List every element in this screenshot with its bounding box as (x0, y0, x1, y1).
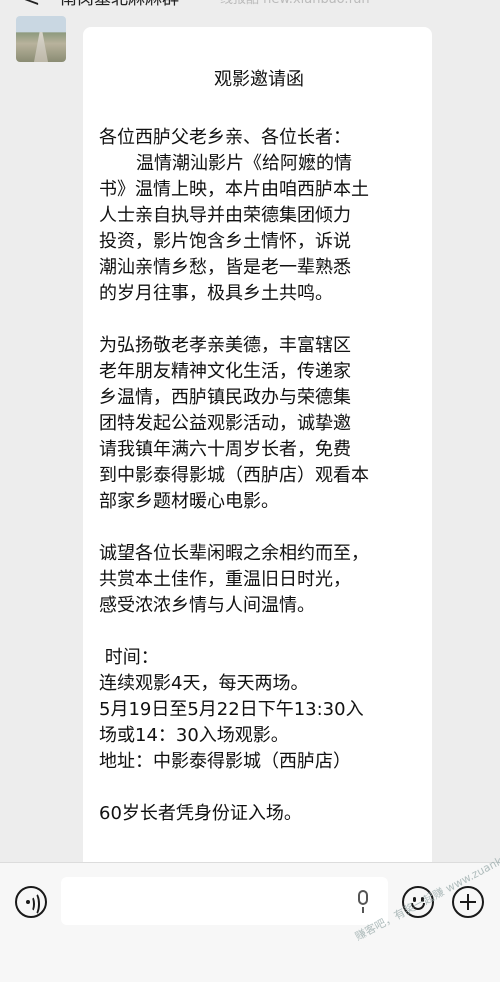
message-text: 观影邀请函 各位西胪父老乡亲、各位长者： 温情潮汕影片《给阿嬷的情 书》温情上映… (99, 27, 419, 827)
message-line: 部家乡题材暖心电影。 (99, 491, 279, 512)
back-arrow-icon[interactable]: < (22, 0, 40, 10)
paragraph-invitation: 诚望各位长辈闲暇之余相约而至， 共赏本土佳作，重温旧日时光， 感受浓浓乡情与人间… (99, 541, 419, 619)
message-line: 地址：中影泰得影城（西胪店） (99, 751, 351, 772)
message-line: 书》温情上映，本片由咱西胪本土 (99, 179, 369, 200)
input-bar (0, 862, 500, 982)
message-input[interactable] (61, 877, 388, 925)
paragraph-activity: 为弘扬敬老孝亲美德，丰富辖区 老年朋友精神文化生活，传递家 乡温情，西胪镇民政办… (99, 333, 419, 515)
entry-note: 60岁长者凭身份证入场。 (99, 803, 302, 824)
chat-header: < 南岗塞北麻麻群 线报酷 new.xianbao.fun (0, 0, 500, 10)
message-line: 连续观影4天，每天两场。 (99, 673, 309, 694)
message-line: 老年朋友精神文化生活，传递家 (99, 361, 351, 382)
paragraph-intro: 各位西胪父老乡亲、各位长者： 温情潮汕影片《给阿嬷的情 书》温情上映，本片由咱西… (99, 125, 419, 307)
message-line: 的岁月往事，极具乡土共鸣。 (99, 283, 333, 304)
message-line: 投资，影片饱含乡土情怀，诉说 (99, 231, 351, 252)
message-line: 团特发起公益观影活动，诚挚邀 (99, 413, 351, 434)
message-line: 诚望各位长辈闲暇之余相约而至， (99, 543, 369, 564)
message-line: 乡温情，西胪镇民政办与荣德集 (99, 387, 351, 408)
message-line: 共赏本土佳作，重温旧日时光， (99, 569, 351, 590)
message-line: 为弘扬敬老孝亲美德，丰富辖区 (99, 335, 351, 356)
invitation-heading: 观影邀请函 (214, 69, 304, 90)
microphone-icon[interactable] (358, 890, 368, 905)
message-line: 请我镇年满六十周岁长者，免费 (99, 439, 351, 460)
message-line: 到中影泰得影城（西胪店）观看本 (99, 465, 369, 486)
message-line: 人士亲自执导并由荣德集团倾力 (99, 205, 351, 226)
message-line: 温情潮汕影片《给阿嬷的情 (136, 153, 352, 174)
message-line: 时间： (99, 647, 159, 668)
voice-toggle-icon[interactable] (15, 886, 47, 918)
message-line: 感受浓浓乡情与人间温情。 (99, 595, 315, 616)
message-bubble[interactable]: 观影邀请函 各位西胪父老乡亲、各位长者： 温情潮汕影片《给阿嬷的情 书》温情上映… (83, 27, 432, 887)
paragraph-schedule: 时间： 连续观影4天，每天两场。 5月19日至5月22日下午13:30入 场或1… (99, 645, 419, 775)
message-line: 各位西胪父老乡亲、各位长者： (99, 127, 351, 148)
message-line: 5月19日至5月22日下午13:30入 (99, 699, 364, 720)
microphone-stand (362, 907, 364, 913)
message-line: 场或14：30入场观影。 (99, 725, 289, 746)
watermark-top: 线报酷 new.xianbao.fun (220, 0, 370, 8)
sender-avatar[interactable] (16, 16, 66, 62)
chat-title: 南岗塞北麻麻群 (60, 0, 179, 10)
message-line: 潮汕亲情乡愁，皆是老一辈熟悉 (99, 257, 351, 278)
